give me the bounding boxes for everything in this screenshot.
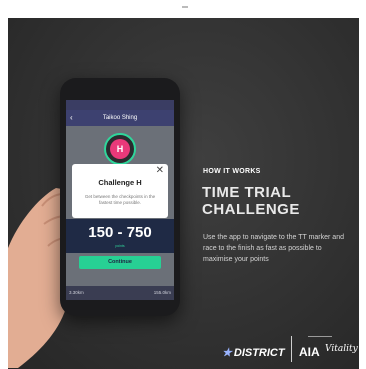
frame: ‹ Taikoo Shing H ✕ Challenge H Get betwe… xyxy=(0,0,366,369)
challenge-modal: ✕ Challenge H Get between the checkpoint… xyxy=(72,164,168,218)
phone-screen: ‹ Taikoo Shing H ✕ Challenge H Get betwe… xyxy=(66,100,174,300)
headline-line-2: CHALLENGE xyxy=(202,201,300,218)
score-panel: 150 - 750 points xyxy=(66,219,174,253)
aia-mark-line xyxy=(308,336,332,337)
close-icon[interactable]: ✕ xyxy=(156,165,164,176)
nav-title: Taikoo Shing xyxy=(102,115,138,121)
score-range: 150 - 750 xyxy=(88,224,152,241)
district-logo-text: DISTRICT xyxy=(233,347,285,359)
score-note: points xyxy=(115,244,125,248)
aia-logo: AIA xyxy=(299,345,320,359)
district-logo: ★ DISTRICT xyxy=(222,346,285,359)
continue-button[interactable]: Continue xyxy=(79,256,161,269)
distance-left: 3.30km xyxy=(69,290,84,295)
nav-bar: ‹ Taikoo Shing xyxy=(66,110,174,126)
star-icon: ★ xyxy=(222,347,232,359)
distance-bar: 3.30km 155.0km xyxy=(66,286,174,300)
logo-divider xyxy=(291,336,292,362)
status-bar xyxy=(66,100,174,110)
headline-line-1: TIME TRIAL xyxy=(202,184,292,201)
distance-right: 155.0km xyxy=(153,290,171,295)
challenge-title: Challenge H xyxy=(98,178,142,187)
phone-mockup: ‹ Taikoo Shing H ✕ Challenge H Get betwe… xyxy=(60,78,180,316)
chevron-left-icon[interactable]: ‹ xyxy=(70,110,73,126)
section-kicker: HOW IT WORKS xyxy=(203,168,261,175)
challenge-subtitle: Get between the checkpoints in the faste… xyxy=(84,194,156,205)
vitality-logo: Vitality xyxy=(325,344,358,354)
description: Use the app to navigate to the TT marker… xyxy=(203,234,344,263)
poster: ‹ Taikoo Shing H ✕ Challenge H Get betwe… xyxy=(8,18,359,369)
checkpoint-pin[interactable]: H xyxy=(110,139,130,159)
top-mark xyxy=(182,6,188,8)
